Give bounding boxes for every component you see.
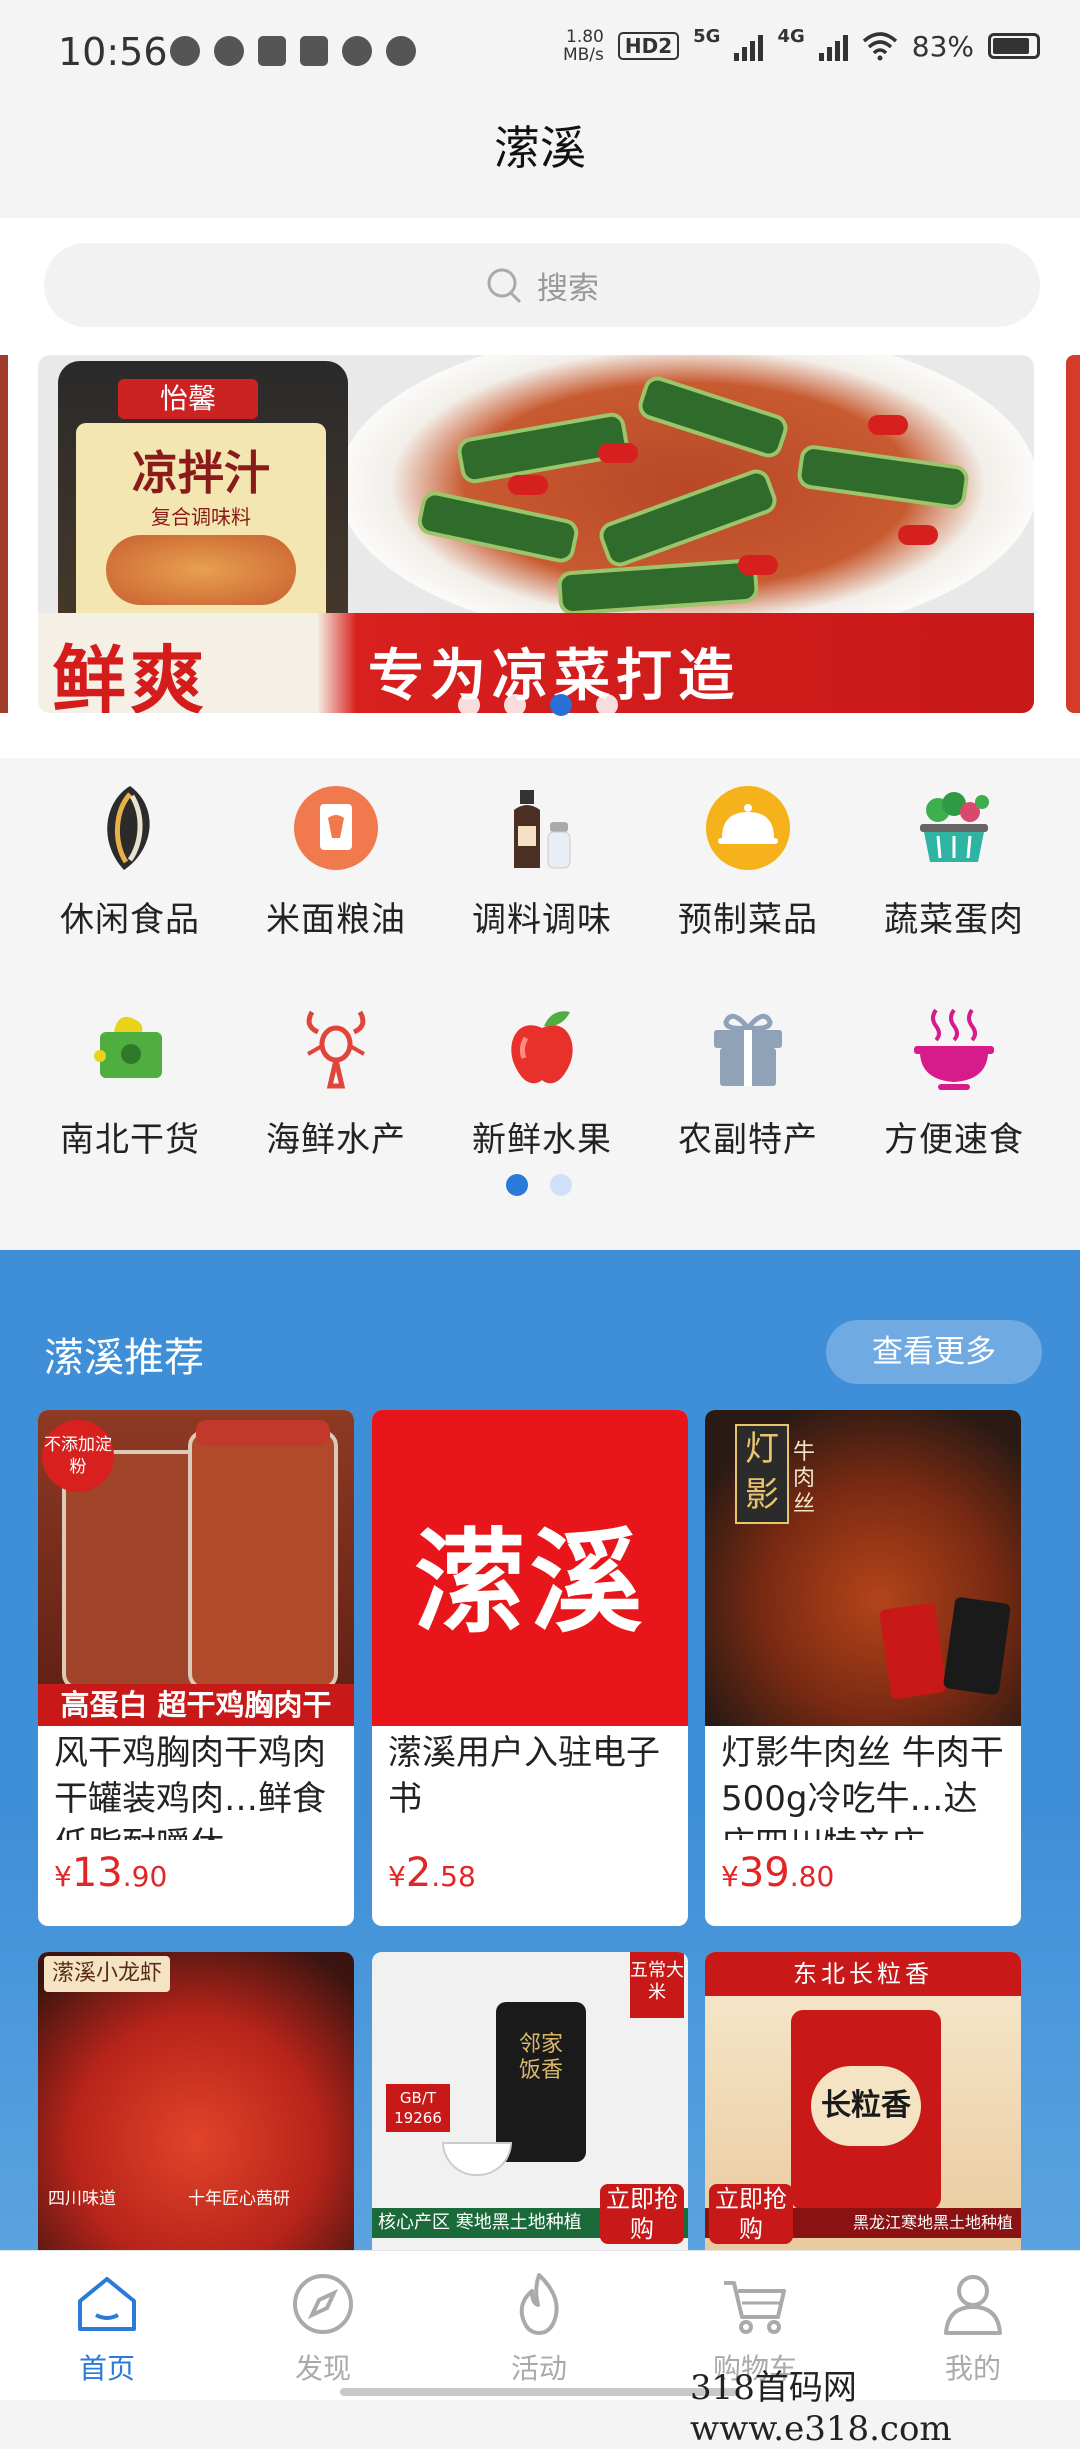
chili-image — [508, 475, 548, 495]
app-notification-icon — [214, 36, 244, 66]
product-price: ¥39.80 — [721, 1850, 835, 1896]
chili-image — [738, 555, 778, 575]
product-card[interactable]: 潆溪小龙虾 四川味道 十年匠心茜研 — [38, 1952, 354, 2268]
category-dried-goods[interactable]: 南北干货 — [30, 1002, 230, 1161]
rice-bag-icon — [294, 786, 378, 870]
banner-headline: 鲜爽 — [52, 638, 208, 713]
vegetable-basket-icon — [920, 792, 989, 862]
banner-next-peek[interactable] — [1066, 355, 1080, 713]
app-header: 潆溪 — [0, 108, 1080, 218]
product-brand: 灯影 — [735, 1424, 789, 1524]
network-speed: 1.80 MB/s — [562, 27, 604, 65]
app-notification-icon — [300, 36, 328, 66]
network-type: 5G — [693, 25, 721, 47]
qq-notification-icon — [386, 36, 416, 66]
product-promo-strip: 高蛋白 超干鸡胸肉干 — [38, 1684, 354, 1726]
category-page-dot-active[interactable] — [506, 1174, 528, 1196]
product-card[interactable]: 不添加淀粉 高蛋白 超干鸡胸肉干 风干鸡胸肉干鸡肉干罐装鸡肉…鲜食低脂耐嚼休 ¥… — [38, 1410, 354, 1926]
category-seafood[interactable]: 海鲜水产 — [236, 1002, 436, 1161]
tab-activity[interactable]: 活动 — [464, 2269, 614, 2387]
search-icon — [487, 268, 522, 304]
tab-discover[interactable]: 发现 — [248, 2269, 398, 2387]
product-badge: 不添加淀粉 — [42, 1420, 114, 1492]
product-name: 灯影牛肉丝 牛肉干500g冷吃牛…达庄四川特产庄 — [721, 1733, 1004, 1840]
shield-notification-icon — [342, 36, 372, 66]
app-notification-icon — [170, 36, 200, 66]
product-image: 五常大米 GB/T 19266 邻家饭香 核心产区 寒地黑土地种植 立即抢购 — [372, 1952, 688, 2268]
product-image: 灯影 牛肉丝 — [705, 1410, 1021, 1726]
noodle-bowl-icon — [914, 1008, 994, 1090]
product-image: 不添加淀粉 高蛋白 超干鸡胸肉干 — [38, 1410, 354, 1726]
category-vegetables-eggs-meat[interactable]: 蔬菜蛋肉 — [854, 782, 1054, 941]
food-cloche-icon — [706, 786, 790, 870]
product-card[interactable]: 五常大米 GB/T 19266 邻家饭香 核心产区 寒地黑土地种植 立即抢购 — [372, 1952, 688, 2268]
category-pagination — [506, 1174, 572, 1196]
apple-icon — [511, 1011, 573, 1084]
notification-icons — [170, 36, 416, 66]
product-logo: 潆溪 — [414, 1518, 646, 1648]
banner-pagination — [458, 694, 618, 716]
recommend-title: 潆溪推荐 — [44, 1335, 204, 1381]
compass-icon — [293, 2274, 353, 2334]
gift-box-icon — [714, 1013, 782, 1086]
chili-image — [598, 443, 638, 463]
product-name: 潆溪用户入驻电子书 — [388, 1733, 660, 1819]
product-image: 东北长粒香 长粒香 黑龙江寒地黑土地种植 立即抢购 — [705, 1952, 1021, 2268]
category-agri-specialty[interactable]: 农副特产 — [648, 1002, 848, 1161]
category-seasoning[interactable]: 调料调味 — [442, 782, 642, 941]
lobster-icon — [306, 1010, 366, 1089]
sauce-bottles-icon — [514, 790, 571, 869]
dried-goods-icon — [94, 1016, 162, 1078]
flame-icon — [519, 2273, 559, 2335]
sunflower-seed-icon — [107, 786, 150, 870]
search-input[interactable]: 搜索 — [44, 243, 1040, 327]
product-tag: 潆溪小龙虾 — [44, 1956, 171, 1992]
promo-banner[interactable]: 怡馨 凉拌汁 复合调味料 鲜爽 专为凉菜打造 — [38, 355, 1034, 713]
category-prepared-dishes[interactable]: 预制菜品 — [648, 782, 848, 941]
product-card[interactable]: 潆溪 潆溪用户入驻电子书 ¥2.58 — [372, 1410, 688, 1926]
product-name: 风干鸡胸肉干鸡肉干罐装鸡肉…鲜食低脂耐嚼休 — [54, 1733, 326, 1840]
signal-icon — [734, 31, 764, 61]
hd-badge: HD2 — [617, 32, 680, 60]
chili-image — [898, 525, 938, 545]
banner-dot[interactable] — [504, 694, 526, 716]
app-notification-icon — [258, 36, 286, 66]
product-image: 潆溪小龙虾 四川味道 十年匠心茜研 — [38, 1952, 354, 2268]
home-icon — [78, 2277, 136, 2331]
category-instant-food[interactable]: 方便速食 — [854, 1002, 1054, 1161]
wifi-icon — [862, 32, 897, 61]
banner-dot-active[interactable] — [550, 694, 572, 716]
product-image: 潆溪 — [372, 1410, 688, 1726]
battery-icon — [988, 33, 1040, 59]
category-fresh-fruit[interactable]: 新鲜水果 — [442, 1002, 642, 1161]
cart-icon — [724, 2281, 786, 2334]
banner-dot[interactable] — [458, 694, 480, 716]
home-indicator[interactable] — [340, 2388, 740, 2396]
banner-dot[interactable] — [596, 694, 618, 716]
product-price: ¥2.58 — [388, 1850, 476, 1896]
banner-prev-peek[interactable] — [0, 355, 8, 713]
user-icon — [944, 2275, 1002, 2335]
status-time: 10:56 — [58, 30, 168, 74]
status-right: 1.80 MB/s HD2 5G 4G 83% — [562, 25, 1040, 65]
category-page-dot[interactable] — [550, 1174, 572, 1196]
battery-percent: 83% — [911, 29, 974, 63]
product-card[interactable]: 灯影 牛肉丝 灯影牛肉丝 牛肉干500g冷吃牛…达庄四川特产庄 ¥39.80 — [705, 1410, 1021, 1926]
category-casual-food[interactable]: 休闲食品 — [30, 782, 230, 941]
watermark-text: 318首码网 www.e318.com — [690, 2368, 952, 2449]
product-card[interactable]: 东北长粒香 长粒香 黑龙江寒地黑土地种植 立即抢购 — [705, 1952, 1021, 2268]
search-placeholder: 搜索 — [537, 270, 599, 307]
network-type: 4G — [777, 25, 805, 47]
product-price: ¥13.90 — [54, 1850, 168, 1896]
status-bar: 10:56 1.80 MB/s HD2 5G 4G 83% — [0, 0, 1080, 108]
chili-image — [868, 415, 908, 435]
view-more-button[interactable]: 查看更多 — [826, 1320, 1042, 1384]
page-title: 潆溪 — [494, 121, 586, 175]
tab-home[interactable]: 首页 — [32, 2269, 182, 2387]
category-rice-flour-oil[interactable]: 米面粮油 — [236, 782, 436, 941]
signal-icon — [818, 31, 848, 61]
